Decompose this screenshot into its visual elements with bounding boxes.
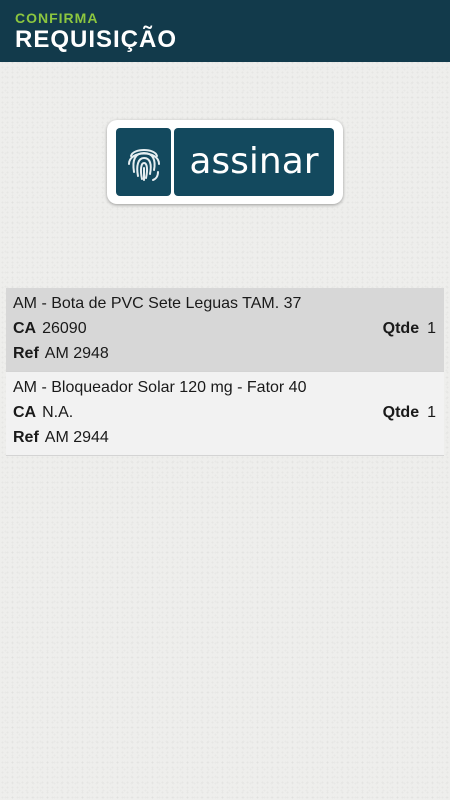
ref-value: AM 2948 [44, 345, 109, 362]
ref-label: Ref [13, 429, 39, 446]
ca-value: 26090 [42, 320, 87, 337]
ca-label: CA [13, 404, 37, 421]
item-quantity: Qtde 1 [383, 404, 436, 422]
list-item[interactable]: AM - Bloqueador Solar 120 mg - Fator 40 … [6, 372, 444, 456]
qtde-label: Qtde [382, 320, 420, 337]
ca-label: CA [13, 320, 37, 337]
ca-value: N.A. [42, 404, 74, 421]
sign-button-label: assinar [174, 128, 334, 196]
sign-button[interactable]: assinar [107, 120, 343, 204]
qtde-value: 1 [427, 320, 436, 337]
qtde-label: Qtde [382, 404, 420, 421]
app-header: CONFIRMA REQUISIÇÃO [0, 0, 450, 62]
item-ref-row: Ref AM 2944 [13, 429, 109, 447]
header-subtitle: CONFIRMA [15, 10, 99, 26]
item-quantity: Qtde 1 [383, 320, 436, 338]
item-ca-row: CA 26090 [13, 320, 87, 338]
page-title: REQUISIÇÃO [15, 26, 178, 53]
list-item[interactable]: AM - Bota de PVC Sete Leguas TAM. 37 CA 2… [6, 288, 444, 372]
item-title: AM - Bloqueador Solar 120 mg - Fator 40 [13, 379, 307, 396]
qtde-value: 1 [427, 404, 436, 421]
ref-value: AM 2944 [44, 429, 109, 446]
ref-label: Ref [13, 345, 39, 362]
item-ref-row: Ref AM 2948 [13, 345, 109, 363]
item-ca-row: CA N.A. [13, 404, 73, 422]
fingerprint-icon [116, 128, 171, 196]
requisition-list: AM - Bota de PVC Sete Leguas TAM. 37 CA 2… [6, 288, 444, 456]
item-title: AM - Bota de PVC Sete Leguas TAM. 37 [13, 295, 302, 312]
